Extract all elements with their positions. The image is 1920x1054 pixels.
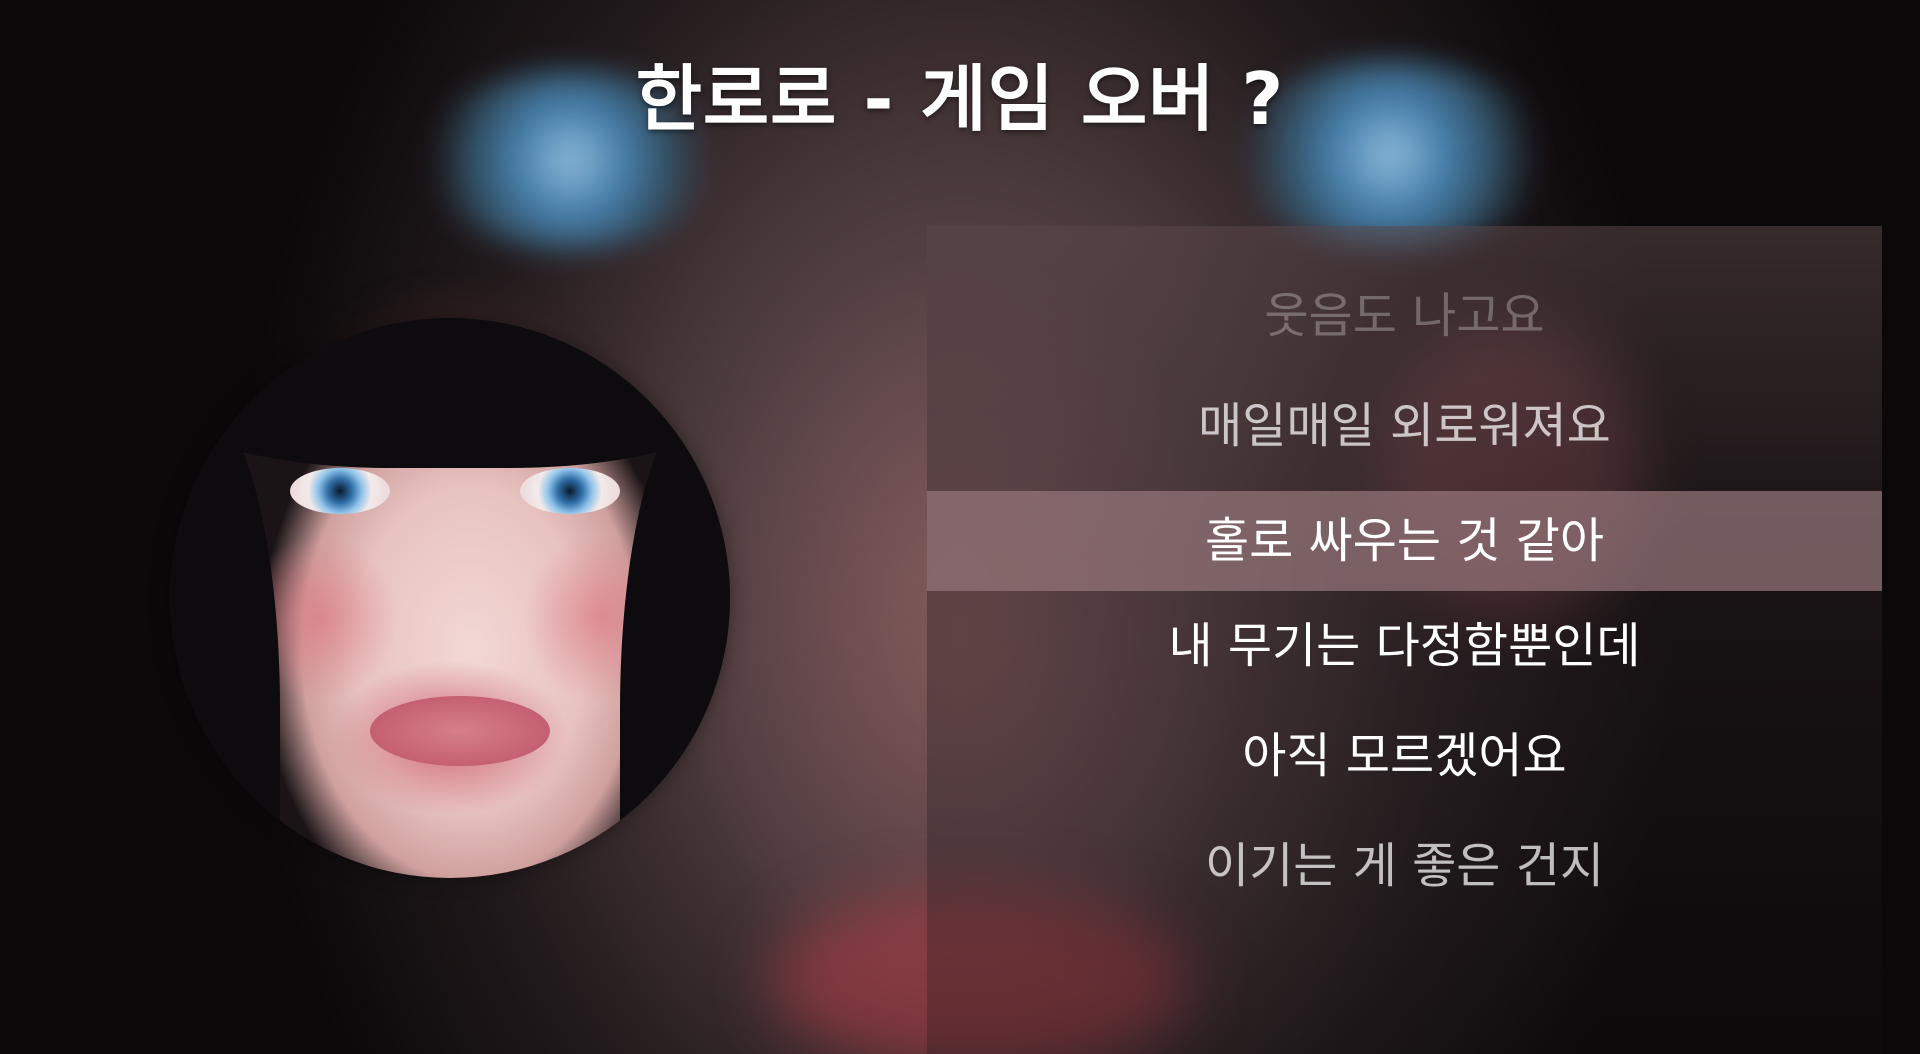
album-art-hair-bangs	[170, 318, 730, 468]
album-art-hair-right	[620, 398, 730, 878]
album-art-lips	[370, 696, 550, 766]
lyric-line-next-2: 아직 모르겠어요	[1242, 728, 1567, 784]
lyrics-panel: 웃음도 나고요 매일매일 외로워져요 홀로 싸우는 것 같아 내 무기는 다정함…	[927, 226, 1882, 1054]
lyric-line-previous-2: 웃음도 나고요	[1264, 288, 1545, 344]
lyric-line-current: 홀로 싸우는 것 같아	[927, 491, 1882, 591]
album-art-hair-left	[170, 398, 280, 878]
lyric-line-next-1: 내 무기는 다정함뿐인데	[1168, 618, 1641, 674]
song-title: 한로로 - 게임 오버 ?	[635, 57, 1285, 141]
album-art-eye-right	[520, 468, 620, 514]
lyric-line-previous-1: 매일매일 외로워져요	[1198, 398, 1611, 454]
album-art-eye-left	[290, 468, 390, 514]
lyric-line-next-3: 이기는 게 좋은 건지	[1204, 838, 1605, 894]
album-art	[170, 318, 730, 878]
lyric-video-frame: 한로로 - 게임 오버 ? 웃음도 나고요 매일매일 외로워져요 홀로 싸우는 …	[0, 0, 1920, 1054]
